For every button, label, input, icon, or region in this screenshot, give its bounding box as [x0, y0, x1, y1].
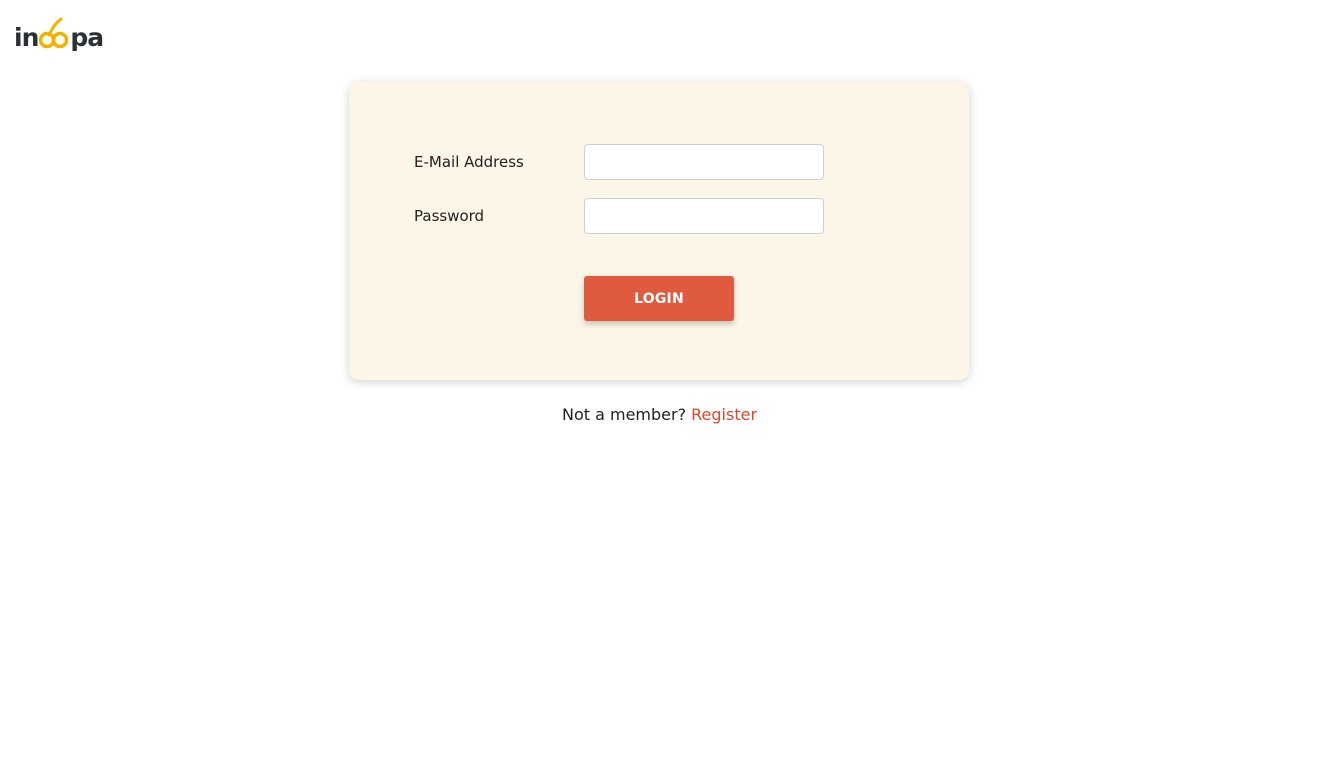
not-member-text: Not a member? — [561, 405, 692, 424]
login-card: E-Mail Address Password LOGIN — [349, 82, 969, 380]
logo-loop-icon — [39, 17, 69, 50]
password-label: Password — [414, 207, 485, 225]
register-link[interactable]: Register — [691, 405, 757, 424]
logo-suffix: pa — [70, 23, 104, 52]
login-button[interactable]: LOGIN — [584, 276, 734, 321]
logo-prefix: in — [14, 23, 39, 52]
register-prompt: Not a member? Register — [0, 405, 1319, 424]
logo-wordmark: in pa — [14, 17, 104, 52]
email-field[interactable] — [584, 144, 824, 180]
email-label: E-Mail Address — [414, 153, 524, 171]
login-page: in pa E-Mail Address Password LOGIN Not … — [0, 0, 1319, 760]
password-field[interactable] — [584, 198, 824, 234]
brand-logo[interactable]: in pa — [14, 10, 104, 50]
